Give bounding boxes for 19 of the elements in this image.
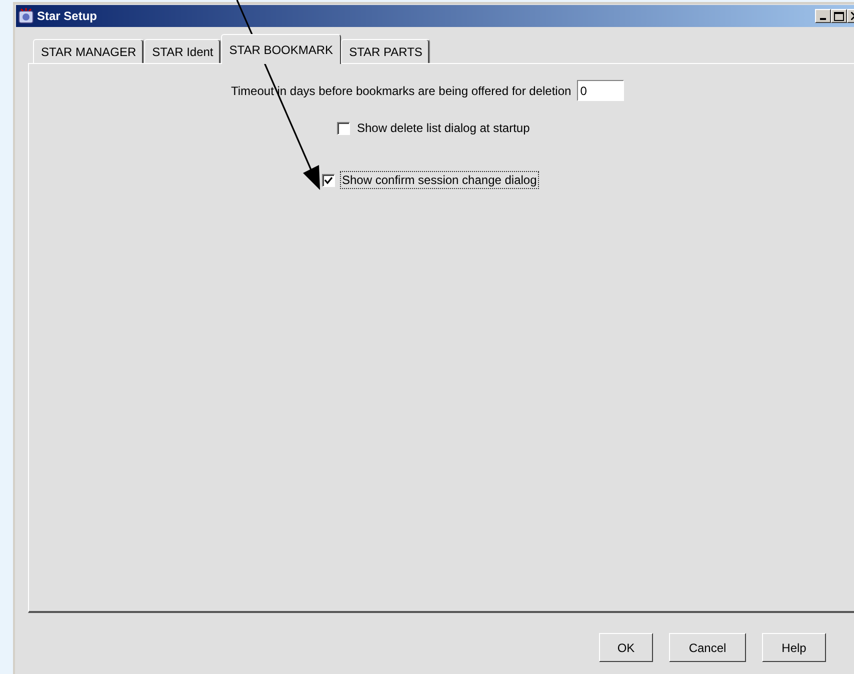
checkbox[interactable] (322, 174, 335, 186)
minimize-button[interactable] (815, 9, 831, 23)
dialog-button[interactable]: Help (762, 633, 826, 662)
tab[interactable]: STAR MANAGER (33, 39, 144, 63)
tab[interactable]: STAR PARTS (341, 39, 430, 63)
window-title: Star Setup (37, 9, 98, 23)
checkbox-label[interactable]: Show confirm session change dialog (340, 171, 539, 189)
maximize-icon (834, 12, 844, 20)
app-icon (18, 8, 34, 24)
check-icon (324, 176, 333, 184)
maximize-button[interactable] (831, 9, 847, 23)
timeout-field[interactable]: 0 (577, 80, 624, 101)
tab[interactable]: STAR BOOKMARK (221, 34, 342, 64)
checkbox[interactable] (337, 122, 350, 134)
tab[interactable]: STAR Ident (144, 39, 222, 63)
checkbox-label[interactable]: Show delete list dialog at startup (355, 119, 532, 137)
dialog-button[interactable]: Cancel (669, 633, 746, 662)
dialog-button[interactable]: OK (599, 633, 653, 662)
timeout-label: Timeout in days before bookmarks are being offered for deletion (231, 84, 572, 98)
